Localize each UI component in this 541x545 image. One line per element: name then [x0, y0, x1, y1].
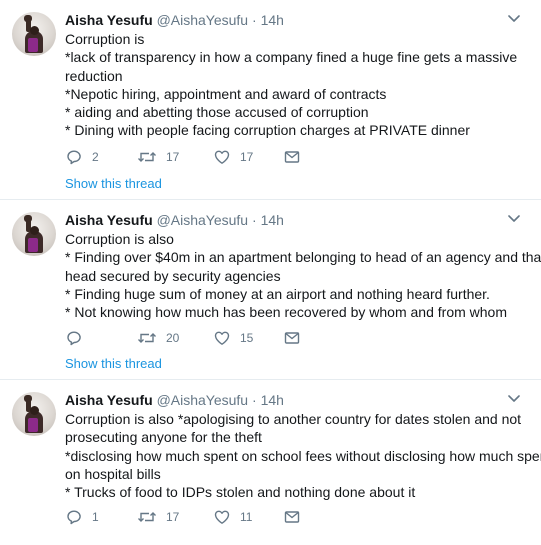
timestamp[interactable]: 14h: [261, 392, 284, 408]
tweet-text-line: * aiding and abetting those accused of c…: [65, 104, 369, 121]
chevron-down-icon[interactable]: [507, 394, 521, 404]
tweet-actions: 2 17 17: [65, 147, 365, 167]
tweet-text-line: on hospital bills: [65, 465, 161, 482]
tweet-content: Aisha Yesufu @AishaYesufu · 14h Corrupti…: [65, 210, 541, 321]
envelope-icon: [284, 332, 300, 344]
author-name[interactable]: Aisha Yesufu: [65, 12, 153, 28]
tweet-text-line: Corruption is also: [65, 231, 174, 247]
reply-icon: [67, 331, 81, 346]
retweet-icon: [138, 512, 156, 522]
separator-dot: ·: [252, 392, 257, 408]
tweet-header: Aisha Yesufu @AishaYesufu · 14h: [65, 390, 533, 410]
heart-icon: [214, 150, 230, 164]
tweet[interactable]: Aisha Yesufu @AishaYesufu · 14h Corrupti…: [0, 0, 541, 200]
tweet[interactable]: Aisha Yesufu @AishaYesufu · 14h Corrupti…: [0, 380, 541, 545]
tweet-text: Corruption is also *apologising to anoth…: [65, 410, 541, 501]
heart-icon: [214, 331, 230, 345]
tweet-text-line: Corruption is also *apologising to anoth…: [65, 411, 522, 427]
tweet-actions: 1 17 11: [65, 507, 365, 527]
show-thread-link[interactable]: Show this thread: [65, 356, 162, 372]
show-thread-link[interactable]: Show this thread: [65, 176, 162, 192]
tweet-text-line: * Dining with people facing corruption c…: [65, 122, 470, 139]
like-button[interactable]: 17: [213, 147, 253, 167]
author-handle[interactable]: @AishaYesufu: [157, 212, 249, 228]
like-count: 11: [240, 510, 253, 524]
tweet-feed: Aisha Yesufu @AishaYesufu · 14h Corrupti…: [0, 0, 541, 545]
chevron-down-icon[interactable]: [507, 14, 521, 24]
reply-icon: [67, 150, 81, 165]
retweet-icon: [138, 152, 156, 162]
reply-count: 1: [92, 510, 99, 524]
tweet-text-line: Corruption is: [65, 31, 145, 47]
tweet-text-line: prosecuting anyone for the theft: [65, 429, 262, 446]
like-count: 15: [240, 331, 254, 345]
reply-button[interactable]: 2: [65, 147, 99, 167]
avatar[interactable]: [12, 392, 56, 436]
reply-button[interactable]: 1: [65, 507, 99, 527]
tweet-text-line: * Finding over $40m in an apartment belo…: [65, 249, 541, 266]
separator-dot: ·: [252, 12, 257, 28]
tweet-content: Aisha Yesufu @AishaYesufu · 14h Corrupti…: [65, 390, 541, 501]
tweet-text-line: * Trucks of food to IDPs stolen and noth…: [65, 484, 416, 501]
avatar[interactable]: [12, 12, 56, 56]
reply-count: 2: [92, 150, 99, 164]
direct-message-button[interactable]: [283, 507, 301, 527]
chevron-down-icon[interactable]: [507, 214, 521, 224]
separator-dot: ·: [252, 212, 257, 228]
tweet[interactable]: Aisha Yesufu @AishaYesufu · 14h Corrupti…: [0, 200, 541, 380]
tweet-header: Aisha Yesufu @AishaYesufu · 14h: [65, 10, 533, 30]
tweet-text-line: reduction: [65, 67, 123, 84]
retweet-button[interactable]: 17: [137, 147, 179, 167]
author-name[interactable]: Aisha Yesufu: [65, 212, 153, 228]
tweet-content: Aisha Yesufu @AishaYesufu · 14h Corrupti…: [65, 10, 533, 140]
envelope-icon: [284, 511, 300, 523]
tweet-text-line: *disclosing how much spent on school fee…: [65, 447, 541, 464]
retweet-button[interactable]: 17: [137, 507, 179, 527]
like-count: 17: [240, 150, 254, 164]
reply-icon: [67, 510, 81, 525]
tweet-text-line: head secured by security agencies: [65, 267, 281, 284]
heart-icon: [214, 510, 230, 524]
tweet-header: Aisha Yesufu @AishaYesufu · 14h: [65, 210, 533, 230]
reply-button[interactable]: [65, 328, 92, 348]
avatar[interactable]: [12, 212, 56, 256]
tweet-text: Corruption is also * Finding over $40m i…: [65, 230, 541, 321]
tweet-actions: 20 15: [65, 328, 365, 348]
tweet-text-line: *Nepotic hiring, appointment and award o…: [65, 85, 387, 102]
direct-message-button[interactable]: [283, 328, 301, 348]
direct-message-button[interactable]: [283, 147, 301, 167]
envelope-icon: [284, 151, 300, 163]
tweet-text-line: * Finding huge sum of money at an airpor…: [65, 285, 490, 302]
retweet-count: 17: [166, 150, 180, 164]
retweet-icon: [138, 333, 156, 343]
like-button[interactable]: 11: [213, 507, 252, 527]
author-handle[interactable]: @AishaYesufu: [157, 392, 249, 408]
author-name[interactable]: Aisha Yesufu: [65, 392, 153, 408]
timestamp[interactable]: 14h: [261, 12, 284, 28]
author-handle[interactable]: @AishaYesufu: [157, 12, 249, 28]
retweet-count: 17: [166, 510, 180, 524]
timestamp[interactable]: 14h: [261, 212, 284, 228]
tweet-text-line: *lack of transparency in how a company f…: [65, 49, 518, 66]
tweet-text: Corruption is *lack of transparency in h…: [65, 30, 525, 140]
like-button[interactable]: 15: [213, 328, 253, 348]
tweet-text-line: * Not knowing how much has been recovere…: [65, 304, 507, 321]
retweet-button[interactable]: 20: [137, 328, 179, 348]
retweet-count: 20: [166, 331, 180, 345]
